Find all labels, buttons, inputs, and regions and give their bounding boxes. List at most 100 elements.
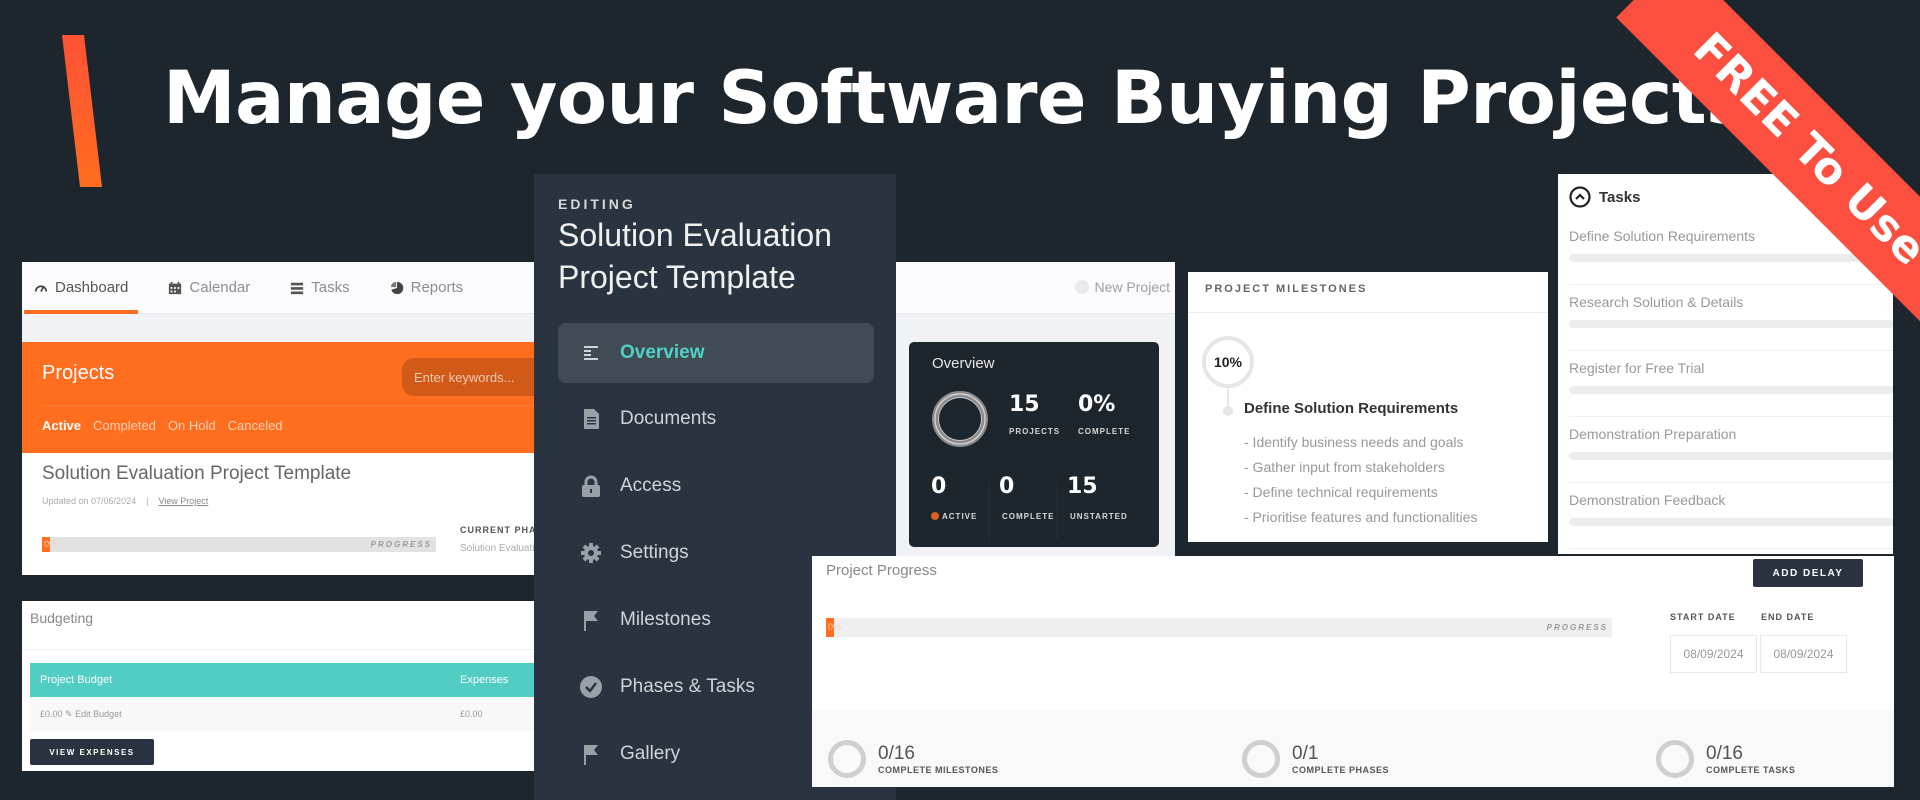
table-row: £0.00 ✎ Edit Budget £0.00 <box>30 697 542 731</box>
task-progress-bar <box>1569 386 1893 394</box>
column-expenses: Expenses <box>460 674 509 686</box>
divider <box>989 482 990 540</box>
sidebar-item-label: Documents <box>620 408 717 429</box>
task-progress-bar <box>1569 518 1893 526</box>
timeline-stem <box>1227 388 1229 408</box>
current-phase-value: Solution Evaluation <box>460 543 542 554</box>
divider <box>1188 312 1548 313</box>
budget-table-header: Project Budget Expenses <box>30 663 542 697</box>
brand-slash-logo <box>62 35 102 187</box>
project-progress-title: Project Progress <box>826 562 937 579</box>
headline: Manage your Software Buying Projects... <box>163 56 1831 141</box>
task-row[interactable]: Demonstration Feedback <box>1569 483 1893 549</box>
milestone-percent-circle: 10% <box>1202 336 1254 388</box>
complete-percent: 0% <box>1078 392 1116 417</box>
chevron-up-circle-icon[interactable] <box>1569 186 1591 208</box>
progress-label: PROGRESS <box>1546 623 1608 632</box>
overview-title: Overview <box>932 355 995 372</box>
project-milestones-panel: PROJECT MILESTONES 10% Define Solution R… <box>1188 272 1548 542</box>
complete-label: COMPLETE <box>1078 427 1131 436</box>
tab-active[interactable]: Active <box>42 418 81 433</box>
task-name: Demonstration Preparation <box>1569 426 1737 442</box>
sidebar-item-access[interactable]: Access <box>558 456 874 516</box>
view-expenses-button[interactable]: VIEW EXPENSES <box>30 739 154 765</box>
view-project-link[interactable]: View Project <box>158 496 208 506</box>
progress-percent: 0% <box>44 539 58 549</box>
list-item: - Gather input from stakeholders <box>1244 459 1445 475</box>
keyword-search-input[interactable] <box>402 358 542 396</box>
document-icon <box>584 409 599 429</box>
check-circle-icon <box>580 676 602 698</box>
completion-ring-icon <box>932 391 988 447</box>
add-delay-button[interactable]: ADD DELAY <box>1753 559 1863 587</box>
progress-percent: 0% <box>828 622 842 632</box>
nav-tasks[interactable]: Tasks <box>286 262 353 314</box>
active-label-text: ACTIVE <box>942 512 978 521</box>
dashboard-nav: Dashboard Calendar Tasks Reports <box>22 262 542 314</box>
stat-value: 0/16 <box>878 743 915 764</box>
ring-icon <box>1656 740 1694 778</box>
unstarted-label: UNSTARTED <box>1070 512 1128 521</box>
dashboard-overview-panel: New Project Overview 15 PROJECTS 0% COMP… <box>895 262 1175 557</box>
sidebar-item-label: Gallery <box>620 743 681 764</box>
task-progress-bar <box>1569 254 1893 262</box>
sidebar-item-label: Milestones <box>620 609 711 630</box>
nav-reports[interactable]: Reports <box>386 262 468 314</box>
budget-value: £0.00 ✎ Edit Budget <box>40 697 122 731</box>
lock-icon <box>582 475 600 497</box>
tab-completed[interactable]: Completed <box>93 418 156 433</box>
tab-on-hold[interactable]: On Hold <box>168 418 216 433</box>
sidebar-item-label: Access <box>620 475 682 496</box>
nav-dashboard[interactable]: Dashboard <box>23 262 139 314</box>
start-date-input[interactable] <box>1670 635 1757 673</box>
gear-icon <box>581 543 601 563</box>
nav-label: Reports <box>410 279 464 296</box>
plus-circle-icon <box>1074 280 1089 294</box>
completed-label: COMPLETE <box>1002 512 1055 521</box>
list-item: - Prioritise features and functionalitie… <box>1244 509 1478 525</box>
sidebar-item-documents[interactable]: Documents <box>558 389 874 449</box>
editing-project-title: Solution Evaluation Project Template <box>558 217 832 295</box>
pie-chart-icon <box>390 281 403 294</box>
updated-date: Updated on 07/06/2024 <box>42 496 137 506</box>
calendar-icon <box>169 281 182 294</box>
task-row[interactable]: Demonstration Preparation <box>1569 417 1893 483</box>
sidebar-item-overview[interactable]: Overview <box>558 323 874 383</box>
task-row[interactable]: Register for Free Trial <box>1569 351 1893 417</box>
nav-calendar[interactable]: Calendar <box>164 262 254 314</box>
column-project-budget: Project Budget <box>40 674 113 686</box>
separator: | <box>146 496 149 506</box>
milestone-items: - Identify business needs and goals - Ga… <box>1244 430 1477 530</box>
task-row[interactable]: Research Solution & Details <box>1569 285 1893 351</box>
budgeting-title: Budgeting <box>30 610 94 626</box>
flag-icon <box>584 611 598 631</box>
end-date-input[interactable] <box>1760 635 1847 673</box>
edit-budget-link[interactable]: Edit Budget <box>75 709 122 719</box>
task-name: Research Solution & Details <box>1569 294 1744 310</box>
tasks-header[interactable]: Tasks <box>1569 186 1640 208</box>
timeline-node <box>1223 406 1233 416</box>
tasks-title: Tasks <box>1599 188 1641 206</box>
milestone-title: Define Solution Requirements <box>1244 400 1459 417</box>
expenses-value: £0.00 <box>460 709 483 719</box>
tab-canceled[interactable]: Canceled <box>228 418 283 433</box>
list-item: - Define technical requirements <box>1244 484 1438 500</box>
editing-kicker: EDITING <box>558 196 636 212</box>
project-name: Solution Evaluation Project Template <box>42 463 352 484</box>
nav-label: Calendar <box>189 279 251 296</box>
new-project-button[interactable]: New Project <box>1074 279 1170 295</box>
flag-icon <box>584 745 598 765</box>
overall-progress-bar: 0% PROGRESS <box>826 618 1612 637</box>
start-date-label: START DATE <box>1670 612 1736 622</box>
projects-count: 15 <box>1009 392 1040 417</box>
unstarted-count: 15 <box>1067 474 1098 499</box>
pencil-icon: ✎ <box>65 709 73 719</box>
projects-header: Projects Active Completed On Hold Cancel… <box>22 342 542 453</box>
sidebar-item-label: Settings <box>620 542 689 563</box>
new-project-label: New Project <box>1094 279 1170 295</box>
stat-value: 0/1 <box>1292 743 1319 764</box>
stat-label: COMPLETE MILESTONES <box>878 765 999 775</box>
budgeting-panel: Budgeting Project Budget Expenses £0.00 … <box>22 601 542 771</box>
stat-milestones: 0/16 COMPLETE MILESTONES <box>828 740 998 778</box>
nav-label: Dashboard <box>55 279 129 296</box>
